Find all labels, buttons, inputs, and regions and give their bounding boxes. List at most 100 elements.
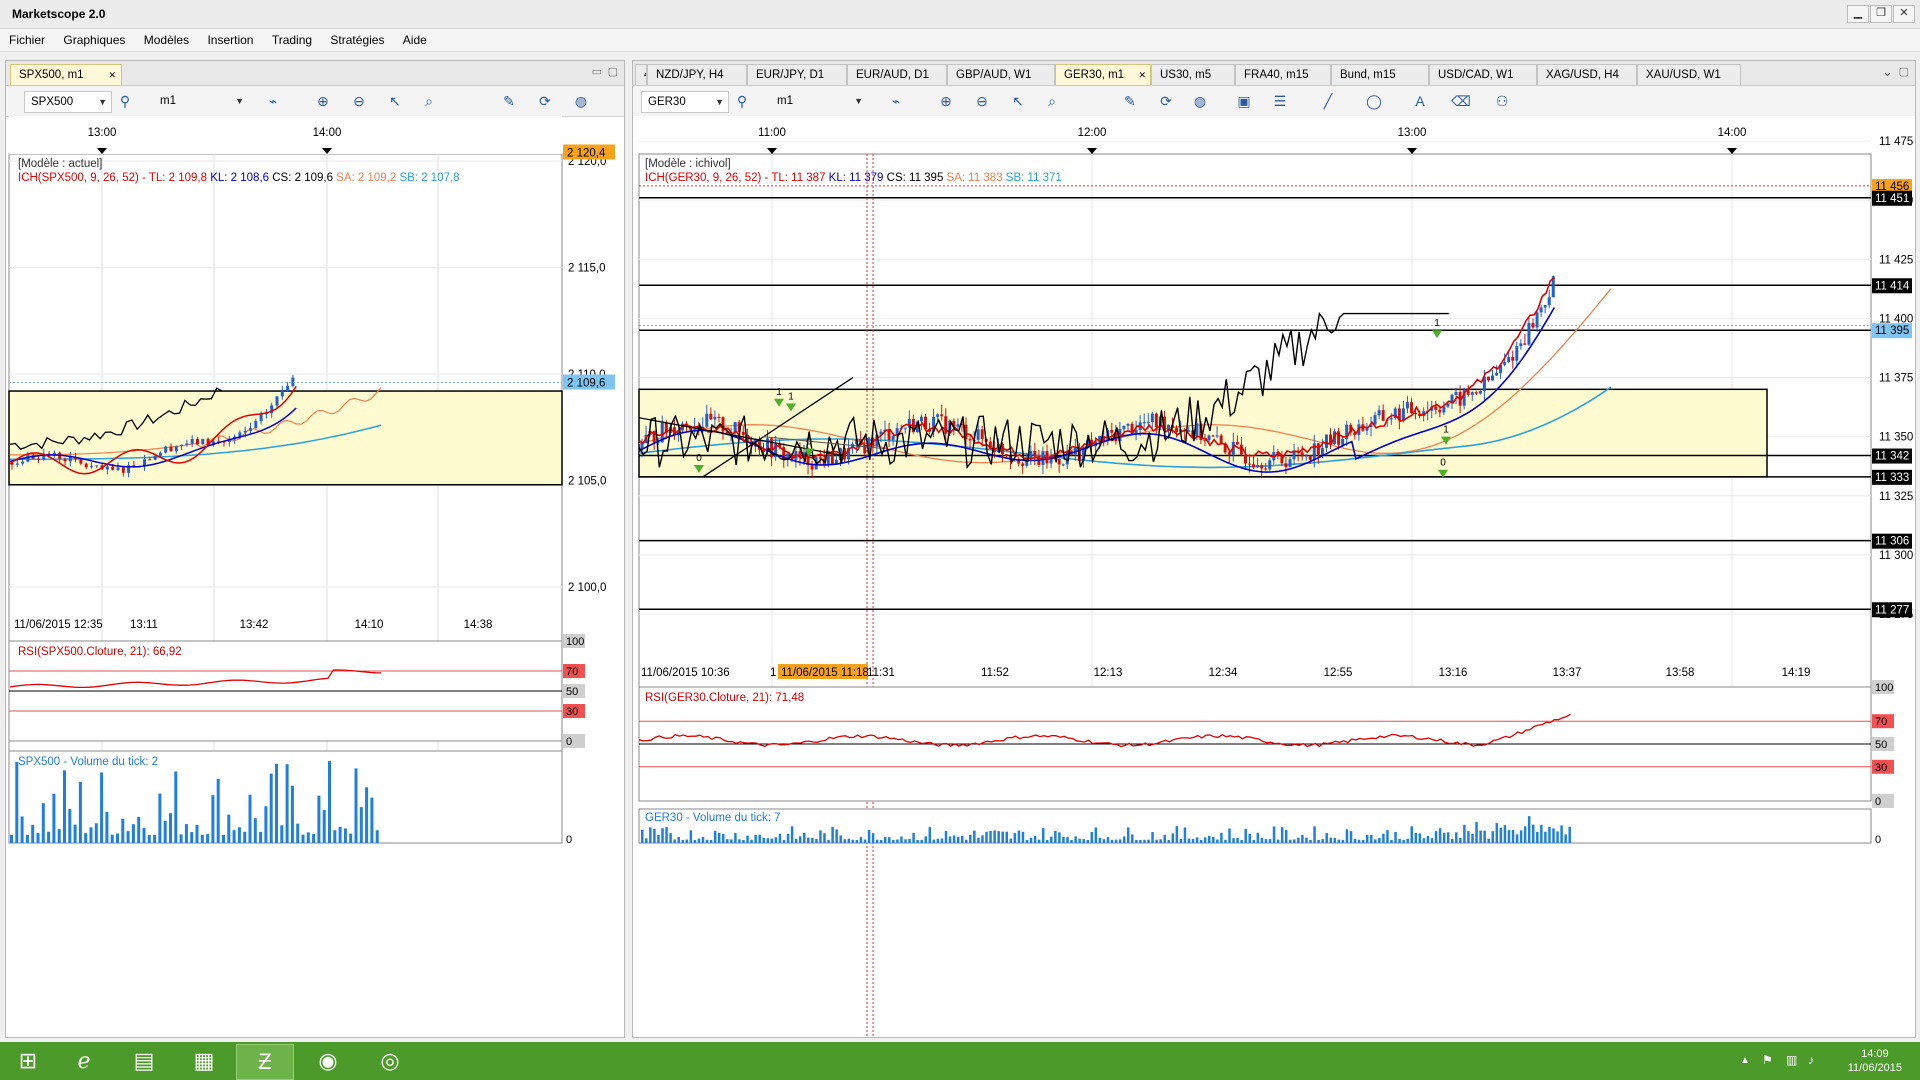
symbol-select[interactable]: SPX500 ▼ (24, 91, 112, 113)
firefox-icon[interactable]: ◉ (300, 1044, 356, 1078)
menu-modeles[interactable]: Modèles (135, 29, 195, 47)
image-icon[interactable]: ▣ (1235, 92, 1253, 110)
binoculars-icon[interactable]: ⚲ (733, 92, 751, 110)
tab-xag-usd-h4[interactable]: XAG/USD, H4 (1537, 64, 1637, 85)
line-tool-icon[interactable]: ╱ (1319, 92, 1337, 110)
volume-bar (722, 833, 725, 843)
volume-bar (673, 839, 676, 843)
marketscope-icon[interactable]: Ƶ (236, 1044, 294, 1080)
candle-body (1021, 463, 1025, 466)
candle-body (116, 467, 120, 470)
candle-body (68, 457, 72, 462)
volume-bar (142, 827, 146, 843)
volume-bar (1264, 839, 1268, 843)
menu-strategies[interactable]: Stratégies (321, 29, 390, 47)
candle-body (174, 446, 178, 452)
menu-trading[interactable]: Trading (263, 29, 318, 47)
zoom-in-icon[interactable]: ⊕ (937, 92, 955, 110)
edit-icon[interactable]: ✎ (500, 92, 518, 110)
store-icon[interactable]: ▦ (176, 1044, 232, 1078)
legend-item: TL: 11 387 (771, 172, 828, 184)
text-tool-icon[interactable]: A (1411, 92, 1429, 110)
cursor-icon[interactable]: ↖ (1009, 92, 1027, 110)
volume-bar (232, 830, 236, 843)
file-explorer-icon[interactable]: ▤ (116, 1044, 172, 1078)
cursor-icon[interactable]: ↖ (386, 92, 404, 110)
right-bottom-time-label: 11/06/2015 10:36 (641, 667, 730, 679)
chart-type-icon[interactable]: ⌁ (264, 92, 282, 110)
menu-graphiques[interactable]: Graphiques (54, 29, 131, 47)
symbol-select[interactable]: GER30 ▼ (641, 91, 729, 113)
menu-aide[interactable]: Aide (394, 29, 433, 47)
volume-bar (1098, 837, 1102, 843)
tab-eur-jpy-d1[interactable]: EUR/JPY, D1 (747, 64, 847, 85)
volume-bar (1082, 838, 1085, 843)
volume-bar (1568, 826, 1571, 843)
volume-bar (1434, 831, 1438, 843)
candle-body (79, 458, 83, 464)
volume-bar (1240, 839, 1243, 843)
chevron-down-icon: ▼ (98, 97, 107, 107)
volume-icon[interactable]: ♪ (1808, 1053, 1814, 1067)
restore-button[interactable]: ❐ (1870, 5, 1892, 23)
menu-insertion[interactable]: Insertion (198, 29, 259, 47)
menu-fichier[interactable]: Fichier (0, 29, 51, 47)
tab-ger30-m1[interactable]: GER30, m1 ✕ (1055, 64, 1151, 85)
volume-bar (831, 827, 834, 843)
zoom-in-icon[interactable]: ⊕ (314, 92, 332, 110)
tab-bund-m15[interactable]: Bund, m15 (1331, 64, 1429, 85)
timeframe-select[interactable]: m1 ▼ (771, 91, 867, 111)
volume-bar (867, 829, 871, 843)
ellipse-tool-icon[interactable]: ◯ (1365, 92, 1383, 110)
zoom-area-icon[interactable]: ⌕ (420, 92, 438, 110)
tab-eur-aud-d1[interactable]: EUR/AUD, D1 (847, 64, 947, 85)
internet-explorer-icon[interactable]: ℯ (56, 1044, 112, 1078)
list-icon[interactable]: ☰ (1271, 92, 1289, 110)
panel-maximize-icon[interactable]: ▢ (1899, 65, 1909, 78)
minimize-button[interactable]: ▁ (1847, 5, 1869, 23)
eraser-icon[interactable]: ⌫ (1451, 92, 1471, 110)
candle-body (95, 465, 99, 467)
tray-arrow-icon[interactable]: ▲ (1740, 1055, 1750, 1066)
panel-minimize-icon[interactable]: ▭ (592, 65, 602, 78)
volume-bar (807, 837, 810, 843)
network-icon[interactable]: ▥ (1786, 1053, 1797, 1067)
users-icon[interactable]: ⚇ (1493, 92, 1511, 110)
tab-close-icon[interactable]: ✕ (1138, 65, 1146, 85)
timeframe-select[interactable]: m1 ▼ (154, 91, 248, 111)
candle-body (1410, 402, 1413, 414)
flag-icon[interactable]: ⚑ (1762, 1053, 1773, 1067)
tab-gbp-aud-w1[interactable]: GBP/AUD, W1 (947, 64, 1055, 85)
globe-icon[interactable]: ◍ (1191, 92, 1209, 110)
tab-xau-usd-w1[interactable]: XAU/USD, W1 (1637, 64, 1741, 85)
zoom-out-icon[interactable]: ⊖ (973, 92, 991, 110)
tab-spx500[interactable]: SPX500, m1 ✕ (10, 64, 122, 85)
clock[interactable]: 14:09 11/06/2015 (1848, 1047, 1902, 1075)
tab-nzd-jpy-h4[interactable]: NZD/JPY, H4 (647, 64, 747, 85)
globe-icon[interactable]: ◍ (572, 92, 590, 110)
tab-overflow-icon[interactable]: ⌄ (1882, 64, 1893, 80)
tab-close-icon[interactable]: ✕ (108, 65, 116, 85)
edit-icon[interactable]: ✎ (1121, 92, 1139, 110)
tab-us30-m5[interactable]: US30, m5 (1151, 64, 1235, 85)
volume-bar (835, 829, 838, 843)
right-price-label: 11 425 (1879, 254, 1913, 266)
tab-fra40-m15[interactable]: FRA40, m15 (1235, 64, 1331, 85)
volume-bar (1471, 833, 1474, 843)
zoom-out-icon[interactable]: ⊖ (350, 92, 368, 110)
volume-bar (259, 831, 263, 843)
chart-type-icon[interactable]: ⌁ (887, 92, 905, 110)
panel-maximize-icon[interactable]: ▢ (608, 65, 618, 78)
close-button[interactable]: ✕ (1893, 5, 1915, 23)
tab-4[interactable]: 4 (635, 64, 647, 85)
chrome-icon[interactable]: ◎ (362, 1044, 418, 1078)
legend-item: TL: 2 109,8 (149, 172, 210, 184)
windows-start-icon[interactable]: ⊞ (0, 1044, 56, 1078)
refresh-icon[interactable]: ⟳ (1157, 92, 1175, 110)
zoom-area-icon[interactable]: ⌕ (1043, 92, 1061, 110)
tab-usd-cad-w1[interactable]: USD/CAD, W1 (1429, 64, 1537, 85)
candle-body (1308, 455, 1312, 460)
binoculars-icon[interactable]: ⚲ (116, 92, 134, 110)
candle-body (1401, 408, 1405, 421)
refresh-icon[interactable]: ⟳ (536, 92, 554, 110)
